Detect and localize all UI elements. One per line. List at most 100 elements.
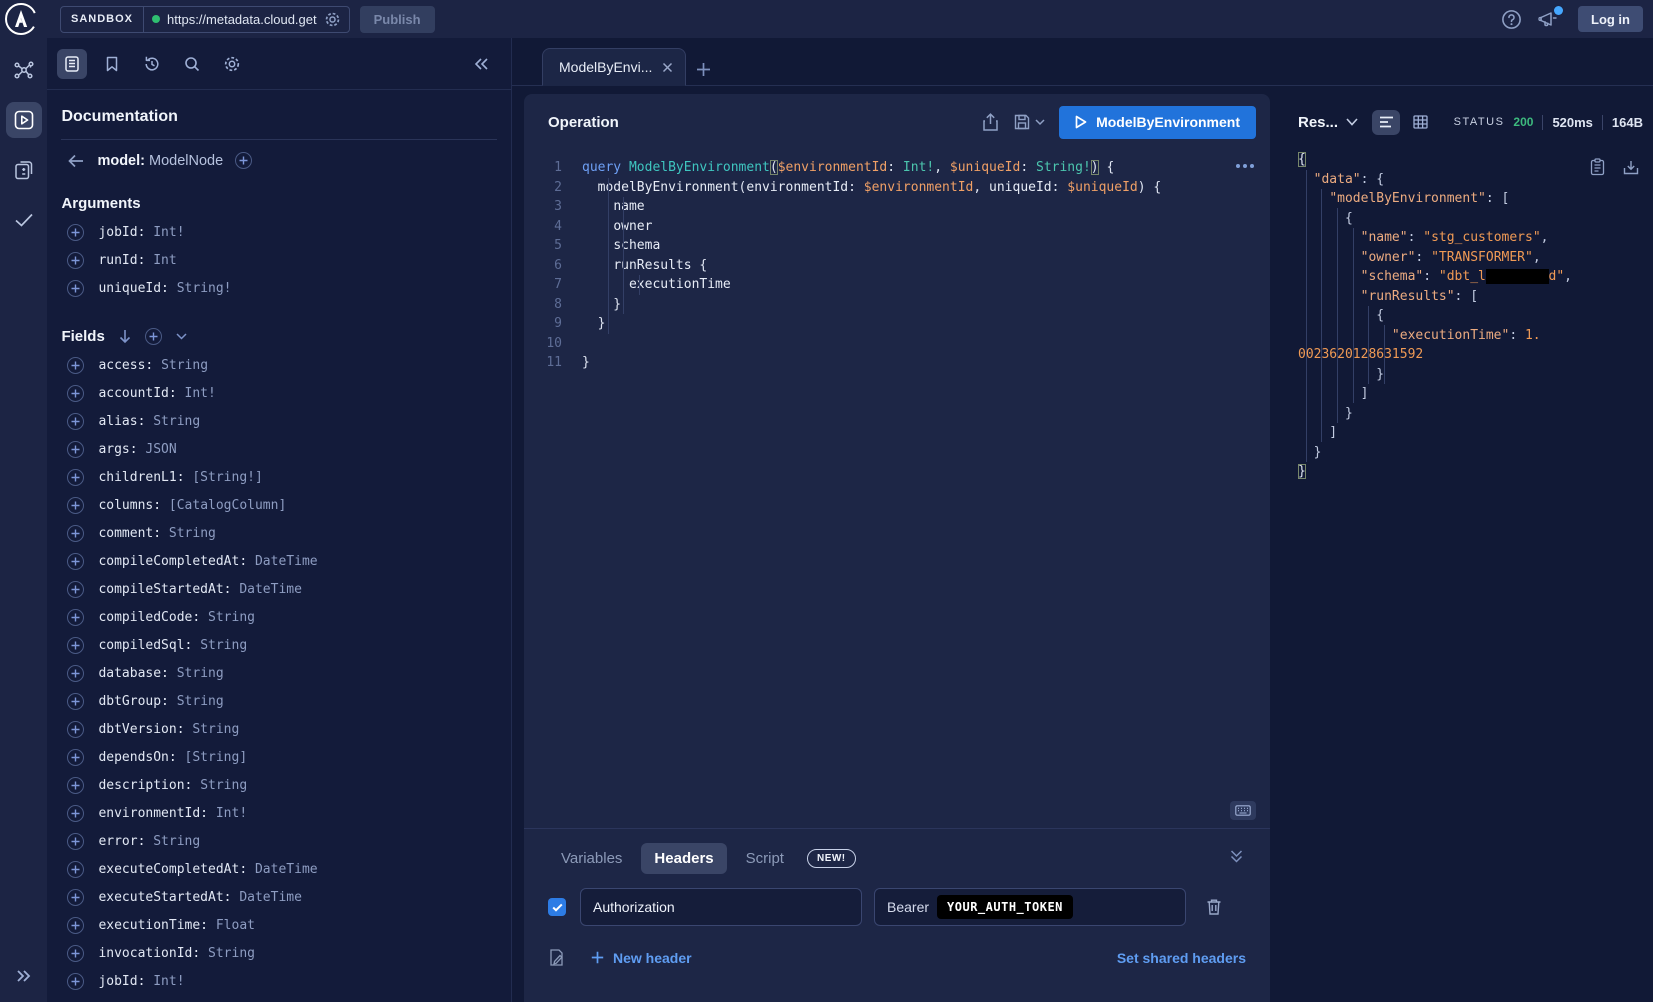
field-row[interactable]: compiledSql: String (61, 631, 497, 659)
field-row[interactable]: executionTime: Float (61, 911, 497, 939)
add-argument-plus-icon[interactable] (67, 252, 84, 269)
field-row[interactable]: compileStartedAt: DateTime (61, 575, 497, 603)
collapse-panel-chevrons-icon[interactable] (467, 49, 497, 79)
response-json[interactable]: { "data": { "modelByEnvironment": [ { "n… (1298, 150, 1643, 1002)
explorer-play-icon[interactable] (6, 102, 42, 138)
run-operation-button[interactable]: ModelByEnvironment (1059, 106, 1256, 139)
add-field-plus-icon[interactable] (67, 525, 84, 542)
add-model-button[interactable] (235, 152, 252, 169)
environment-variables-icon[interactable] (548, 948, 565, 967)
search-icon[interactable] (177, 49, 207, 79)
add-field-plus-icon[interactable] (67, 805, 84, 822)
field-row[interactable]: invocationId: String (61, 939, 497, 967)
field-row[interactable]: error: String (61, 827, 497, 855)
add-field-plus-icon[interactable] (67, 945, 84, 962)
add-field-plus-icon[interactable] (67, 693, 84, 710)
collapse-dock-chevrons-icon[interactable] (1229, 849, 1244, 864)
schema-graph-icon[interactable] (6, 52, 42, 88)
add-field-plus-icon[interactable] (67, 553, 84, 570)
save-operation-icon[interactable] (1013, 113, 1045, 131)
add-field-plus-icon[interactable] (67, 665, 84, 682)
add-field-plus-icon[interactable] (67, 889, 84, 906)
add-field-plus-icon[interactable] (67, 385, 84, 402)
field-row[interactable]: environmentId: Int! (61, 799, 497, 827)
help-icon[interactable] (1501, 9, 1522, 30)
operation-tab[interactable]: ModelByEnvi... (542, 48, 686, 86)
add-field-plus-icon[interactable] (67, 609, 84, 626)
add-field-plus-icon[interactable] (67, 777, 84, 794)
endpoint-url-input[interactable]: https://metadata.cloud.get (144, 7, 349, 32)
new-tab-plus-icon[interactable] (696, 62, 711, 77)
add-field-plus-icon[interactable] (67, 917, 84, 934)
endpoint-settings-gear-icon[interactable] (324, 11, 341, 28)
field-row[interactable]: compileCompletedAt: DateTime (61, 547, 497, 575)
add-field-plus-icon[interactable] (67, 861, 84, 878)
field-row[interactable]: accountId: Int! (61, 379, 497, 407)
copy-response-icon[interactable] (1590, 158, 1605, 176)
field-row[interactable]: jobId: Int! (61, 967, 497, 995)
new-header-button[interactable]: New header (591, 950, 692, 966)
field-row[interactable]: childrenL1: [String!] (61, 463, 497, 491)
docs-settings-gear-icon[interactable] (217, 49, 247, 79)
field-row[interactable]: database: String (61, 659, 497, 687)
header-key-input[interactable]: Authorization (580, 888, 862, 926)
tab-variables[interactable]: Variables (548, 843, 635, 874)
add-field-plus-icon[interactable] (67, 441, 84, 458)
add-argument-plus-icon[interactable] (67, 280, 84, 297)
keyboard-shortcuts-icon[interactable] (1230, 801, 1256, 820)
field-row[interactable]: compiledCode: String (61, 603, 497, 631)
field-row[interactable]: dbtGroup: String (61, 687, 497, 715)
field-row[interactable]: dependsOn: [String] (61, 743, 497, 771)
argument-row[interactable]: jobId: Int! (61, 218, 497, 246)
field-row[interactable]: comment: String (61, 519, 497, 547)
publish-button[interactable]: Publish (360, 6, 435, 33)
field-row[interactable]: alias: String (61, 407, 497, 435)
add-field-plus-icon[interactable] (67, 469, 84, 486)
expand-rail-chevrons-icon[interactable] (0, 968, 48, 984)
tab-script[interactable]: Script (733, 843, 797, 874)
field-row[interactable]: args: JSON (61, 435, 497, 463)
tab-headers[interactable]: Headers (641, 843, 726, 874)
field-row[interactable]: executeCompletedAt: DateTime (61, 855, 497, 883)
auth-token-value[interactable]: YOUR_AUTH_TOKEN (937, 895, 1073, 919)
response-title-dropdown[interactable]: Res... (1298, 114, 1358, 131)
editor-options-dots-icon[interactable] (1236, 164, 1254, 168)
field-row[interactable]: dbtVersion: String (61, 715, 497, 743)
add-field-plus-icon[interactable] (67, 721, 84, 738)
endpoint-url-text[interactable]: https://metadata.cloud.get (167, 12, 317, 27)
back-arrow-icon[interactable] (67, 154, 85, 168)
argument-row[interactable]: runId: Int (61, 246, 497, 274)
announcements-megaphone-icon[interactable] (1538, 9, 1560, 29)
table-view-icon[interactable] (1406, 110, 1434, 135)
add-field-plus-icon[interactable] (67, 581, 84, 598)
argument-row[interactable]: uniqueId: String! (61, 274, 497, 302)
query-editor[interactable]: 1query ModelByEnvironment($environmentId… (524, 150, 1270, 828)
add-field-plus-icon[interactable] (67, 357, 84, 374)
header-value-input[interactable]: Bearer YOUR_AUTH_TOKEN (874, 888, 1186, 926)
field-row[interactable]: description: String (61, 771, 497, 799)
close-tab-icon[interactable] (662, 62, 673, 73)
login-button[interactable]: Log in (1578, 6, 1643, 32)
documentation-tab-icon[interactable] (57, 49, 87, 79)
sort-fields-arrow-icon[interactable] (119, 329, 131, 344)
delete-header-trash-icon[interactable] (1206, 898, 1222, 916)
json-view-icon[interactable] (1372, 110, 1400, 135)
add-field-plus-icon[interactable] (67, 413, 84, 430)
header-enabled-checkbox[interactable] (548, 898, 566, 916)
history-icon[interactable] (137, 49, 167, 79)
fields-options-chevron-icon[interactable] (176, 333, 187, 340)
bookmark-icon[interactable] (97, 49, 127, 79)
add-all-fields-button[interactable] (145, 328, 162, 345)
field-row[interactable]: access: String (61, 351, 497, 379)
add-field-plus-icon[interactable] (67, 497, 84, 514)
field-row[interactable]: columns: [CatalogColumn] (61, 491, 497, 519)
add-field-plus-icon[interactable] (67, 637, 84, 654)
set-shared-headers-button[interactable]: Set shared headers (1117, 950, 1246, 966)
share-operation-icon[interactable] (982, 113, 999, 132)
field-row[interactable]: executeStartedAt: DateTime (61, 883, 497, 911)
download-response-icon[interactable] (1623, 158, 1639, 176)
add-field-plus-icon[interactable] (67, 749, 84, 766)
add-field-plus-icon[interactable] (67, 973, 84, 990)
add-field-plus-icon[interactable] (67, 833, 84, 850)
add-argument-plus-icon[interactable] (67, 224, 84, 241)
